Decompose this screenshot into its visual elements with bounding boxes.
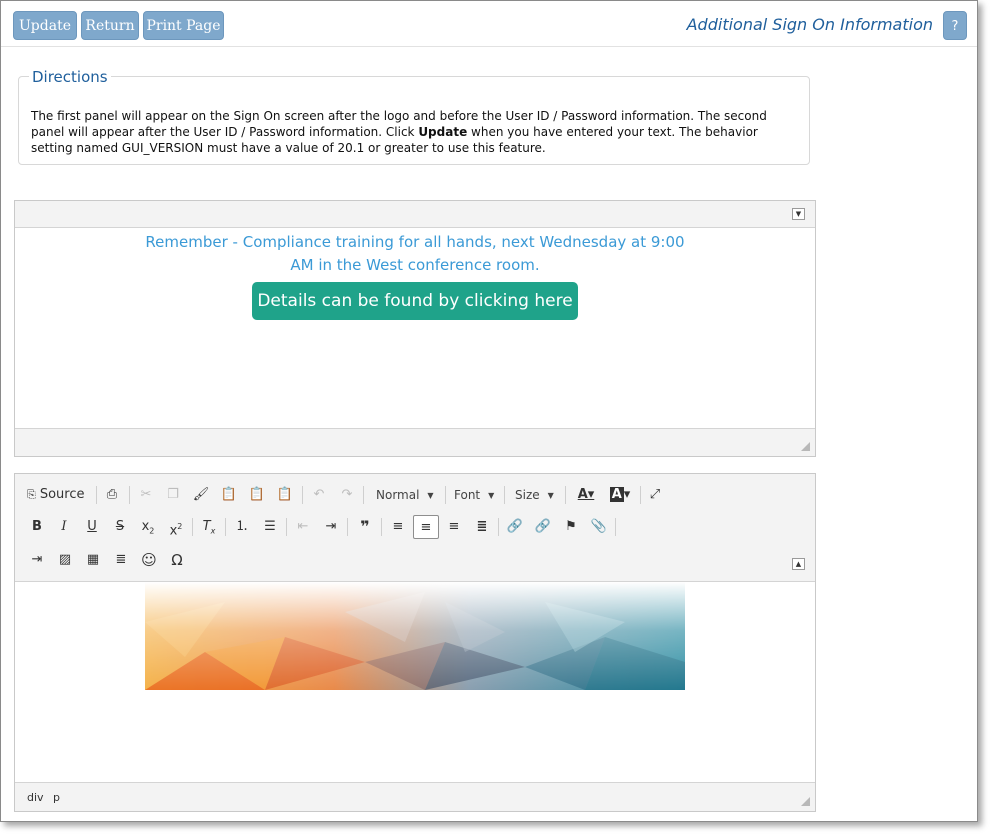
copy-icon[interactable]: ❐ xyxy=(161,483,185,507)
sign-on-panel-2-editor: ⎘ Source ⎙ ✂ ❐ 🖌 📋 📋 📋 ↶ ↷ Normal ▼ Font ▼ … xyxy=(14,473,816,812)
redo-icon[interactable]: ↷ xyxy=(335,483,359,507)
paste-icon[interactable]: 📋 xyxy=(217,483,241,507)
format-label: Normal xyxy=(376,488,420,502)
print-page-button[interactable]: Print Page xyxy=(143,11,224,40)
details-link-button[interactable]: Details can be found by clicking here xyxy=(252,282,578,320)
remove-format-icon[interactable]: Tx xyxy=(197,515,221,539)
update-button[interactable]: Update xyxy=(13,11,77,40)
numbered-list-icon[interactable]: ⒈ xyxy=(230,515,254,539)
copy-format-icon[interactable]: 🖌 xyxy=(189,483,213,507)
toolbar-separator xyxy=(302,486,303,504)
link-icon[interactable]: 🔗 xyxy=(503,515,527,539)
subscript-icon[interactable]: x2 xyxy=(136,515,160,539)
help-button[interactable]: ? xyxy=(943,11,967,40)
bold-icon[interactable]: B xyxy=(25,515,49,539)
page-title: Additional Sign On Information xyxy=(686,15,933,34)
toolbar-separator xyxy=(286,518,287,536)
size-dropdown[interactable]: Size ▼ xyxy=(515,483,554,507)
element-path-bar: div p xyxy=(15,782,815,811)
toolbar-separator xyxy=(504,486,505,504)
editor-1-toolbar: ▼ xyxy=(15,201,815,228)
directions-panel: Directions The first panel will appear o… xyxy=(18,68,810,165)
directions-text-bold: Update xyxy=(418,125,468,139)
underline-icon[interactable]: U xyxy=(80,515,104,539)
source-button[interactable]: ⎘ Source xyxy=(27,483,89,507)
directions-text: The first panel will appear on the Sign … xyxy=(31,108,801,156)
chevron-down-icon: ▼ xyxy=(427,490,434,500)
text-color-icon[interactable]: A▾ xyxy=(571,483,601,507)
align-right-icon[interactable]: ≡ xyxy=(442,515,466,539)
polygon-banner-graphic xyxy=(145,582,685,690)
resize-grip-icon[interactable] xyxy=(801,442,810,451)
cut-icon[interactable]: ✂ xyxy=(134,483,158,507)
background-color-icon[interactable]: A ▾ xyxy=(605,483,635,507)
app-window: Update Return Print Page Additional Sign… xyxy=(0,0,978,822)
format-dropdown[interactable]: Normal ▼ xyxy=(376,483,434,507)
print-icon[interactable]: ⎙ xyxy=(100,483,124,507)
toolbar-separator xyxy=(445,486,446,504)
sign-on-panel-1-editor: ▼ Remember - Compliance training for all… xyxy=(14,200,816,457)
bulleted-list-icon[interactable]: ☰ xyxy=(258,515,282,539)
image-icon[interactable]: ▨ xyxy=(53,548,77,572)
toolbar-separator xyxy=(129,486,130,504)
path-item-p[interactable]: p xyxy=(53,791,60,804)
announcement-text: Remember - Compliance training for all h… xyxy=(145,233,685,274)
indent-icon[interactable]: ⇥ xyxy=(319,515,343,539)
italic-icon[interactable]: I xyxy=(52,515,76,539)
toolbar-separator xyxy=(96,486,97,504)
return-button[interactable]: Return xyxy=(81,11,139,40)
table-icon[interactable]: ▦ xyxy=(81,548,105,572)
top-toolbar: Update Return Print Page Additional Sign… xyxy=(1,1,977,47)
source-icon: ⎘ xyxy=(27,488,36,501)
insert-div-icon[interactable]: ⇥ xyxy=(25,548,49,572)
toolbar-separator xyxy=(347,518,348,536)
banner-image[interactable] xyxy=(145,582,685,690)
unlink-icon[interactable]: 🔗 xyxy=(531,515,555,539)
path-item-div[interactable]: div xyxy=(27,791,44,804)
smiley-icon[interactable]: ☺ xyxy=(137,548,161,572)
horizontal-line-icon[interactable]: ≣ xyxy=(109,548,133,572)
chevron-down-icon: ▼ xyxy=(547,490,554,500)
paste-text-icon[interactable]: 📋 xyxy=(245,483,269,507)
toolbar-separator xyxy=(615,518,616,536)
resize-grip-icon[interactable] xyxy=(801,797,810,806)
justify-icon[interactable]: ≣ xyxy=(470,515,494,539)
anchor-flag-icon[interactable]: ⚑ xyxy=(559,515,583,539)
chevron-down-icon: ▼ xyxy=(488,490,495,500)
special-character-icon[interactable]: Ω xyxy=(165,548,189,572)
source-label: Source xyxy=(39,487,85,502)
outdent-icon[interactable]: ⇤ xyxy=(291,515,315,539)
editor-1-content[interactable]: Remember - Compliance training for all h… xyxy=(15,228,815,428)
paste-word-icon[interactable]: 📋 xyxy=(273,483,297,507)
maximize-icon[interactable]: ⤢ xyxy=(643,483,667,507)
directions-legend: Directions xyxy=(29,68,111,86)
toolbar-separator xyxy=(192,518,193,536)
collapse-toolbar-icon[interactable]: ▲ xyxy=(792,558,805,570)
font-dropdown[interactable]: Font ▼ xyxy=(454,483,494,507)
toolbar-separator xyxy=(565,486,566,504)
superscript-icon[interactable]: x2 xyxy=(164,515,188,539)
toolbar-separator xyxy=(363,486,364,504)
align-left-icon[interactable]: ≡ xyxy=(386,515,410,539)
align-center-icon[interactable]: ≡ xyxy=(413,515,439,539)
blockquote-icon[interactable]: ❞ xyxy=(353,515,377,539)
toolbar-separator xyxy=(498,518,499,536)
toolbar-separator xyxy=(381,518,382,536)
expand-toolbar-icon[interactable]: ▼ xyxy=(792,208,805,220)
editor-2-toolbar: ⎘ Source ⎙ ✂ ❐ 🖌 📋 📋 📋 ↶ ↷ Normal ▼ Font ▼ … xyxy=(15,474,815,582)
size-label: Size xyxy=(515,488,540,502)
toolbar-separator xyxy=(225,518,226,536)
editor-1-footer xyxy=(15,428,815,456)
undo-icon[interactable]: ↶ xyxy=(307,483,331,507)
strikethrough-icon[interactable]: S xyxy=(108,515,132,539)
font-label: Font xyxy=(454,488,481,502)
toolbar-separator xyxy=(640,486,641,504)
attachment-icon[interactable]: 📎 xyxy=(587,515,611,539)
